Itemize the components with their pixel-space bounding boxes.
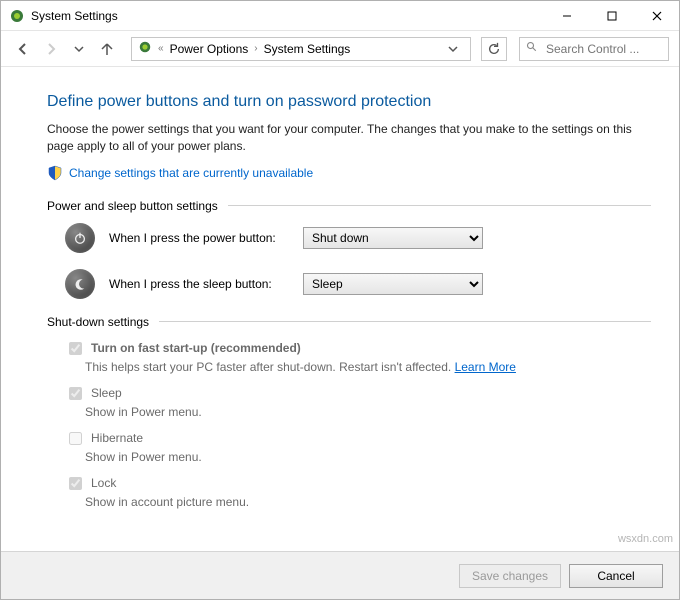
control-panel-icon [138,40,152,57]
power-button-select[interactable]: Shut down [303,227,483,249]
divider [228,205,651,206]
footer-bar: Save changes Cancel [1,551,679,599]
change-settings-link[interactable]: Change settings that are currently unava… [47,165,651,181]
learn-more-link[interactable]: Learn More [455,360,516,374]
maximize-button[interactable] [589,1,634,31]
page-title: Define power buttons and turn on passwor… [47,93,651,111]
content-area: Define power buttons and turn on passwor… [1,67,679,551]
breadcrumb-power-options[interactable]: Power Options [170,42,249,56]
address-bar[interactable]: « Power Options › System Settings [131,37,471,61]
power-icon [65,223,95,253]
change-settings-link-label: Change settings that are currently unava… [69,166,313,180]
page-description: Choose the power settings that you want … [47,121,637,155]
fast-startup-checkbox [69,342,82,355]
fast-startup-desc: This helps start your PC faster after sh… [85,360,455,374]
nav-toolbar: « Power Options › System Settings [1,31,679,67]
sleep-button-select[interactable]: Sleep [303,273,483,295]
sleep-checkbox [69,387,82,400]
breadcrumb-separator: « [158,43,164,54]
search-input[interactable] [544,41,662,57]
group-shutdown-header: Shut-down settings [47,315,651,329]
refresh-button[interactable] [481,37,507,61]
save-button: Save changes [459,564,561,588]
sleep-label: Sleep [91,386,122,400]
window-title: System Settings [31,9,118,23]
sleep-icon [65,269,95,299]
hibernate-label: Hibernate [91,431,143,445]
hibernate-row: Hibernate Show in Power menu. [65,429,651,464]
watermark: wsxdn.com [618,533,673,545]
shield-icon [47,165,63,181]
lock-row: Lock Show in account picture menu. [65,474,651,509]
group-power-sleep-header: Power and sleep button settings [47,199,651,213]
lock-desc: Show in account picture menu. [85,495,651,509]
address-dropdown-button[interactable] [442,38,464,60]
lock-checkbox [69,477,82,490]
breadcrumb-system-settings[interactable]: System Settings [264,42,351,56]
sleep-button-row: When I press the sleep button: Sleep [65,269,651,299]
group-shutdown-title: Shut-down settings [47,315,149,329]
cancel-button[interactable]: Cancel [569,564,663,588]
group-power-sleep-title: Power and sleep button settings [47,199,218,213]
sleep-row: Sleep Show in Power menu. [65,384,651,419]
minimize-button[interactable] [544,1,589,31]
fast-startup-label: Turn on fast start-up (recommended) [91,341,301,355]
search-box[interactable] [519,37,669,61]
sleep-desc: Show in Power menu. [85,405,651,419]
chevron-right-icon: › [254,43,257,54]
recent-locations-button[interactable] [67,37,91,61]
forward-button[interactable] [39,37,63,61]
hibernate-checkbox [69,432,82,445]
divider [159,321,651,322]
close-button[interactable] [634,1,679,31]
power-button-label: When I press the power button: [109,231,289,245]
search-icon [526,41,538,56]
power-button-row: When I press the power button: Shut down [65,223,651,253]
title-bar: System Settings [1,1,679,31]
lock-label: Lock [91,476,116,490]
up-button[interactable] [95,37,119,61]
fast-startup-row: Turn on fast start-up (recommended) This… [65,339,651,374]
hibernate-desc: Show in Power menu. [85,450,651,464]
back-button[interactable] [11,37,35,61]
sleep-button-label: When I press the sleep button: [109,277,289,291]
control-panel-icon [9,8,25,24]
